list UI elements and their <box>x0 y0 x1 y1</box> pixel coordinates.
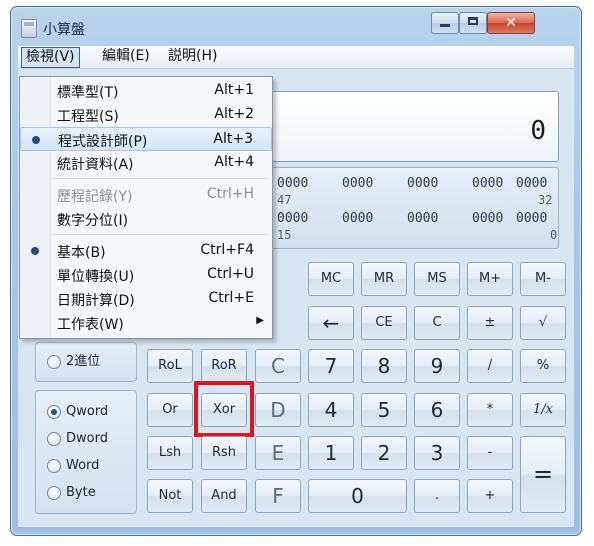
hex-f-button[interactable]: F <box>255 479 301 513</box>
view-menu-dropdown: 標準型(T) Alt+1 工程型(S) Alt+2 程式設計師(P) Alt+3… <box>19 76 273 339</box>
digit-2-button[interactable]: 2 <box>361 436 407 470</box>
digit-9-button[interactable]: 9 <box>414 349 460 383</box>
or-button[interactable]: Or <box>147 393 193 427</box>
title-bar[interactable]: 小算盤 ✕ <box>11 7 581 47</box>
digit-0-button[interactable]: 0 <box>308 479 407 513</box>
selected-bullet-icon <box>32 136 40 144</box>
window-title: 小算盤 <box>43 22 85 38</box>
m-minus-button[interactable]: M- <box>520 262 566 296</box>
add-button[interactable]: + <box>467 479 513 513</box>
and-button[interactable]: And <box>201 479 247 513</box>
menu-item-worksheets[interactable]: 工作表(W) ▶ <box>20 311 272 335</box>
bit-group[interactable]: 0000 <box>472 211 503 226</box>
digit-7-button[interactable]: 7 <box>308 349 354 383</box>
ce-button[interactable]: CE <box>361 306 407 340</box>
digit-1-button[interactable]: 1 <box>308 436 354 470</box>
close-icon: ✕ <box>505 15 517 31</box>
not-button[interactable]: Not <box>147 479 193 513</box>
menu-edit[interactable]: 編輯(E) <box>98 47 154 66</box>
selected-bullet-icon <box>31 247 39 255</box>
radio-dot <box>47 486 61 500</box>
maximize-icon <box>468 17 478 25</box>
menu-item-digit-grouping[interactable]: 數字分位(I) <box>20 207 272 231</box>
bit-position-label: 0 <box>550 228 558 242</box>
m-plus-button[interactable]: M+ <box>467 262 513 296</box>
divide-button[interactable]: / <box>467 349 513 383</box>
radio-dot <box>47 432 61 446</box>
word-size-group: Qword Dword Word Byte <box>35 390 137 514</box>
plus-minus-button[interactable]: ± <box>467 306 513 340</box>
number-base-group: 2進位 <box>35 342 137 382</box>
menu-bar: 檢視(V) 編輯(E) 説明(H) <box>18 46 574 69</box>
bit-position-label: 32 <box>538 193 553 207</box>
bit-group[interactable]: 0000 <box>277 211 308 226</box>
sqrt-button[interactable]: √ <box>520 306 566 340</box>
mc-button[interactable]: MC <box>308 262 354 296</box>
bit-group[interactable]: 0000 <box>407 211 438 226</box>
hex-c-button[interactable]: C <box>255 349 301 383</box>
clear-button[interactable]: C <box>414 306 460 340</box>
close-button[interactable]: ✕ <box>487 12 535 34</box>
rol-button[interactable]: RoL <box>147 349 193 383</box>
menu-separator <box>52 178 268 180</box>
equals-button[interactable]: = <box>520 436 566 513</box>
subtract-button[interactable]: - <box>467 436 513 470</box>
menu-item-standard[interactable]: 標準型(T) Alt+1 <box>20 79 272 103</box>
submenu-arrow-icon: ▶ <box>256 315 264 326</box>
digit-5-button[interactable]: 5 <box>361 393 407 427</box>
menu-item-history: 歷程記錄(Y) Ctrl+H <box>57 186 254 205</box>
digit-3-button[interactable]: 3 <box>414 436 460 470</box>
menu-separator <box>52 234 268 236</box>
digit-6-button[interactable]: 6 <box>414 393 460 427</box>
menu-item-date-calculation[interactable]: 日期計算(D) Ctrl+E <box>20 287 272 311</box>
ms-button[interactable]: MS <box>414 262 460 296</box>
bit-position-label: 47 <box>277 193 292 207</box>
menu-view[interactable]: 檢視(V) <box>21 47 80 68</box>
lsh-button[interactable]: Lsh <box>147 436 193 470</box>
minimize-button[interactable] <box>431 12 459 34</box>
ror-button[interactable]: RoR <box>201 349 247 383</box>
decimal-button[interactable]: . <box>414 479 460 513</box>
menu-item-statistics[interactable]: 統計資料(A) Alt+4 <box>20 151 272 175</box>
hex-d-button[interactable]: D <box>255 393 301 427</box>
bit-position-label: 15 <box>277 228 292 242</box>
bit-group[interactable]: 0000 <box>516 211 547 226</box>
menu-item-scientific[interactable]: 工程型(S) Alt+2 <box>20 103 272 127</box>
multiply-button[interactable]: * <box>467 393 513 427</box>
radio-dot <box>47 355 61 369</box>
menu-item-programmer[interactable]: 程式設計師(P) Alt+3 <box>20 127 272 151</box>
menu-item-unit-conversion[interactable]: 單位轉換(U) Ctrl+U <box>20 263 272 287</box>
percent-button[interactable]: % <box>520 349 566 383</box>
backspace-button[interactable]: ← <box>308 306 354 340</box>
radio-dot <box>47 459 61 473</box>
menu-item-basic[interactable]: 基本(B) Ctrl+F4 <box>20 239 272 263</box>
display-value: 0 <box>530 116 546 146</box>
menu-help[interactable]: 説明(H) <box>164 47 221 66</box>
rsh-button[interactable]: Rsh <box>201 436 247 470</box>
maximize-button[interactable] <box>459 12 487 34</box>
hex-e-button[interactable]: E <box>255 436 301 470</box>
mr-button[interactable]: MR <box>361 262 407 296</box>
bit-group[interactable]: 0000 <box>472 176 503 191</box>
bit-group[interactable]: 0000 <box>277 176 308 191</box>
bit-group[interactable]: 0000 <box>342 176 373 191</box>
reciprocal-button[interactable]: 1/x <box>520 393 566 427</box>
bit-group[interactable]: 0000 <box>342 211 373 226</box>
digit-4-button[interactable]: 4 <box>308 393 354 427</box>
calculator-app-icon <box>21 19 37 38</box>
digit-8-button[interactable]: 8 <box>361 349 407 383</box>
bit-group[interactable]: 0000 <box>516 176 547 191</box>
minimize-icon <box>440 24 450 27</box>
bit-group[interactable]: 0000 <box>407 176 438 191</box>
xor-highlight-box <box>194 381 254 437</box>
radio-dot <box>47 405 61 419</box>
